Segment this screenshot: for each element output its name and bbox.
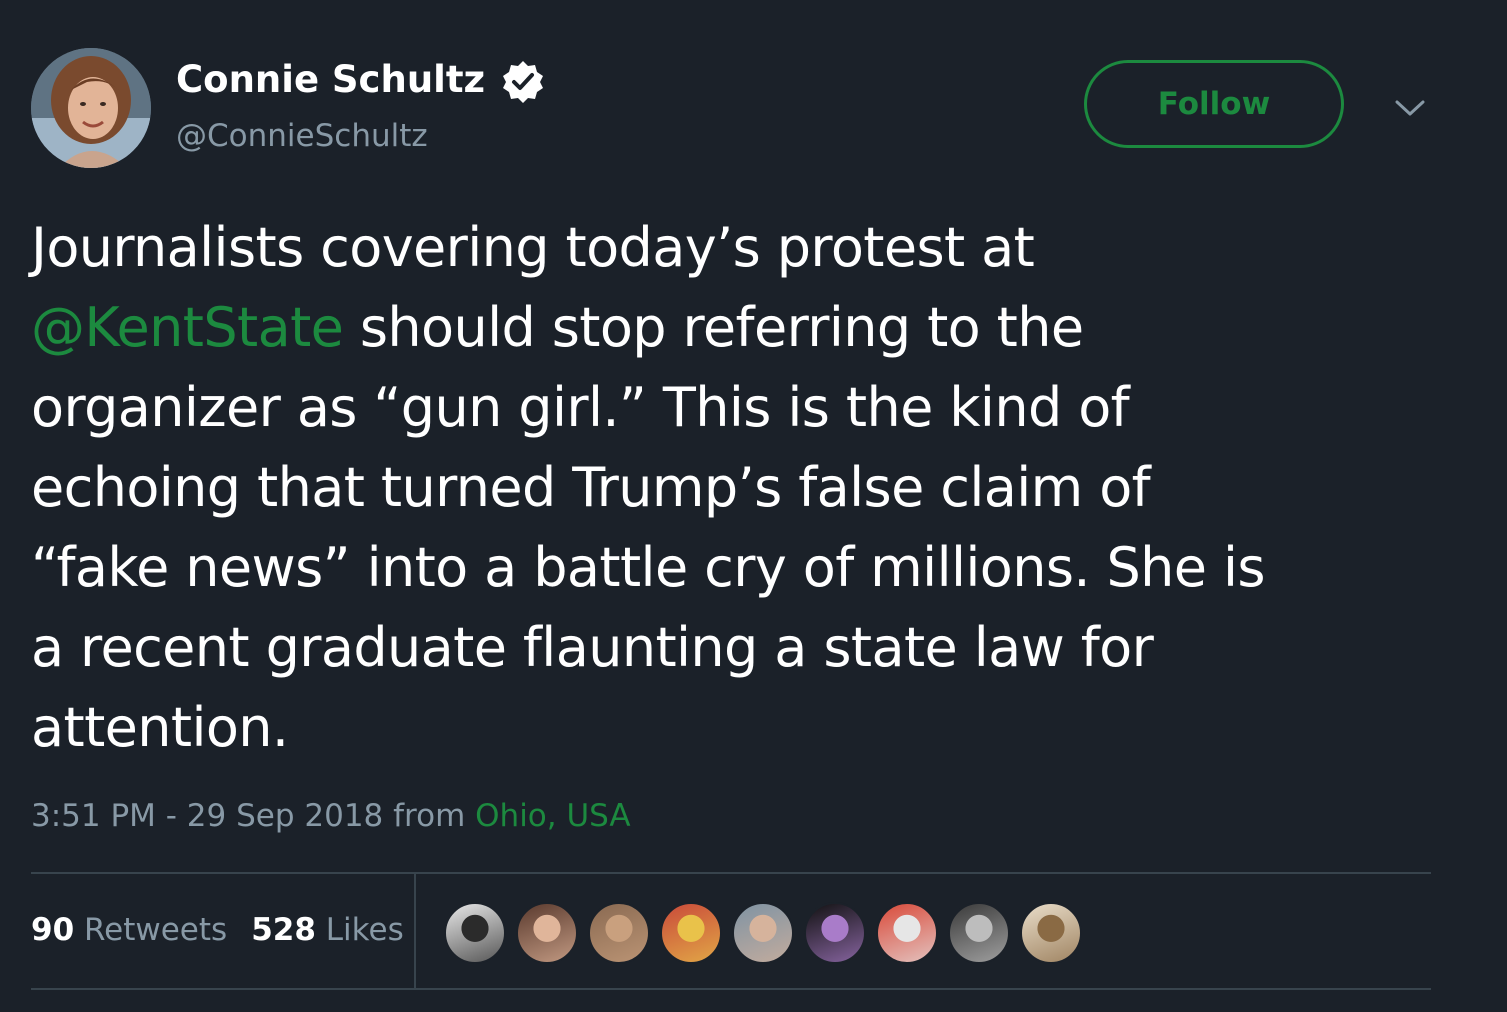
- likes-stat[interactable]: 528 Likes: [251, 912, 404, 948]
- liker-avatar-9[interactable]: [1020, 902, 1082, 964]
- liker-avatar-5[interactable]: [732, 902, 794, 964]
- tweet-line-text: echoing that turned Trump’s false claim …: [31, 456, 1151, 519]
- likes-count: 528: [251, 912, 316, 948]
- divider: [31, 872, 1431, 874]
- tweet-timestamp: 3:51 PM - 29 Sep 2018 from Ohio, USA: [31, 798, 631, 834]
- tweet-line: a recent graduate flaunting a state law …: [31, 608, 1471, 688]
- divider: [31, 988, 1431, 990]
- likes-label: Likes: [315, 912, 404, 948]
- retweets-stat[interactable]: 90 Retweets: [31, 912, 227, 948]
- follow-button[interactable]: Follow: [1084, 60, 1344, 148]
- tweet-line: @KentState should stop referring to the: [31, 288, 1471, 368]
- retweets-label: Retweets: [74, 912, 228, 948]
- liker-avatar-6[interactable]: [804, 902, 866, 964]
- tweet-card: Connie Schultz @ConnieSchultz Follow Jou…: [0, 0, 1507, 1012]
- avatar-photo-icon: [31, 48, 151, 168]
- tweet-line: “fake news” into a battle cry of million…: [31, 528, 1471, 608]
- tweet-line: Journalists covering today’s protest at: [31, 208, 1471, 288]
- tweet-line-text: “fake news” into a battle cry of million…: [31, 536, 1266, 599]
- liker-avatar-7[interactable]: [876, 902, 938, 964]
- tweet-line-text: should stop referring to the: [343, 296, 1084, 359]
- divider-vertical: [414, 874, 416, 988]
- tweet-text: Journalists covering today’s protest at …: [31, 208, 1471, 768]
- tweet-line-text: attention.: [31, 696, 289, 759]
- chevron-down-icon[interactable]: [1393, 96, 1427, 120]
- engagement-stats: 90 Retweets 528 Likes: [31, 912, 404, 948]
- liker-avatar-1[interactable]: [444, 902, 506, 964]
- timestamp-text[interactable]: 3:51 PM - 29 Sep 2018 from: [31, 798, 475, 834]
- user-handle[interactable]: @ConnieSchultz: [176, 118, 428, 154]
- tweet-line: organizer as “gun girl.” This is the kin…: [31, 368, 1471, 448]
- mention-link[interactable]: @KentState: [31, 296, 344, 359]
- user-avatar[interactable]: [31, 48, 151, 168]
- tweet-line-text: Journalists covering today’s protest at: [31, 216, 1035, 279]
- tweet-line: echoing that turned Trump’s false claim …: [31, 448, 1471, 528]
- tweet-line-text: a recent graduate flaunting a state law …: [31, 616, 1154, 679]
- location-link[interactable]: Ohio, USA: [475, 798, 630, 834]
- tweet-line-text: organizer as “gun girl.” This is the kin…: [31, 376, 1130, 439]
- liker-avatar-8[interactable]: [948, 902, 1010, 964]
- verified-badge-icon: [503, 61, 543, 103]
- liker-avatar-3[interactable]: [588, 902, 650, 964]
- liker-avatar-2[interactable]: [516, 902, 578, 964]
- liker-avatar-4[interactable]: [660, 902, 722, 964]
- display-name[interactable]: Connie Schultz: [176, 58, 485, 101]
- retweets-count: 90: [31, 912, 75, 948]
- tweet-line: attention.: [31, 688, 1471, 768]
